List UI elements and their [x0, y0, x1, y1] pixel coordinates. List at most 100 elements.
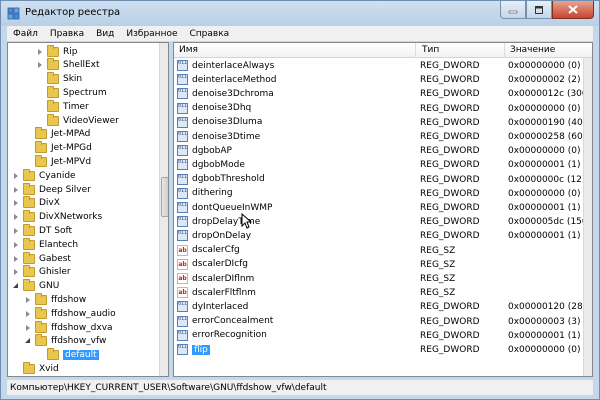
- maximize-button[interactable]: [526, 1, 552, 19]
- value-name: dgbobMode: [192, 159, 245, 170]
- expand-arrow-icon[interactable]: [36, 48, 44, 56]
- expand-arrow-icon[interactable]: [24, 310, 32, 318]
- value-row[interactable]: 011 110dropDelayTimeREG_DWORD0x000005dc …: [174, 215, 592, 229]
- value-row[interactable]: ab dscalerDIflnm REG_SZ: [174, 272, 584, 286]
- tree-item[interactable]: ffdshow_dxva: [24, 320, 113, 334]
- value-row[interactable]: 011 110 errorRecognition REG_DWORD 0x000000…: [174, 329, 584, 343]
- value-row[interactable]: ab dscalerDIcfg REG_SZ: [174, 258, 584, 272]
- column-header-type[interactable]: Тип: [422, 45, 439, 55]
- tree-item[interactable]: Cyanide: [12, 168, 76, 182]
- tree-item-label: DT Soft: [39, 225, 73, 236]
- window-controls: [500, 1, 594, 20]
- value-row[interactable]: 011 110 dgbobAP REG_DWORD 0x00000000 (0): [174, 144, 584, 158]
- folder-icon: [23, 361, 35, 374]
- value-row[interactable]: 011 110 dgbobMode REG_DWORD 0x00000001 (1): [174, 158, 584, 172]
- column-divider[interactable]: [504, 43, 505, 58]
- menu-edit[interactable]: Правка: [44, 29, 90, 39]
- value-row[interactable]: 011 110 denoise3Dtime REG_DWORD 0x00000258 …: [174, 130, 592, 144]
- value-name-cell: 011 110 denoise3Dchroma: [177, 88, 274, 100]
- value-row[interactable]: 011 110 dgbobThreshold REG_DWORD 0x0000000c…: [174, 173, 585, 187]
- value-row[interactable]: 011 110 denoise3Dhq REG_DWORD 0x00000000 (0…: [174, 102, 584, 116]
- value-row[interactable]: 011 110 flip REG_DWORD 0x00000000 (0): [174, 343, 584, 357]
- tree-item[interactable]: ffdshow_audio: [24, 306, 116, 320]
- expand-arrow-icon[interactable]: [24, 296, 32, 304]
- close-button[interactable]: [552, 1, 594, 19]
- list-scrollbar[interactable]: [583, 58, 592, 376]
- tree-item-label: Ghisler: [39, 267, 71, 278]
- value-row[interactable]: 011 110 deinterlaceAlways REG_DWORD 0x00000…: [174, 59, 584, 73]
- tree-item[interactable]: DivXNetworks: [12, 210, 102, 224]
- expand-arrow-icon[interactable]: [12, 186, 20, 194]
- value-type: REG_DWORD: [420, 61, 480, 71]
- menu-favorites[interactable]: Избранное: [120, 29, 183, 39]
- tree-item[interactable]: Timer: [36, 99, 89, 113]
- tree-item[interactable]: Jet-MPGd: [24, 141, 92, 155]
- tree-item[interactable]: default: [36, 348, 99, 362]
- tree-item-label: DivX: [39, 198, 60, 209]
- tree-item[interactable]: Jet-MPVd: [24, 154, 91, 168]
- expand-arrow-icon[interactable]: [12, 255, 20, 263]
- folder-icon: [23, 196, 35, 209]
- value-row[interactable]: 011 110 dithering REG_DWORD 0x00000000 (0): [174, 187, 584, 201]
- tree-item[interactable]: Deep Silver: [12, 182, 91, 196]
- expand-arrow-icon[interactable]: [24, 324, 32, 332]
- expand-arrow-icon[interactable]: [12, 227, 20, 235]
- tree-item[interactable]: VideoViewer: [36, 113, 119, 127]
- registry-values-list[interactable]: Имя Тип Значение 011 110 deinterlaceAlway…: [173, 42, 593, 377]
- value-row[interactable]: 011 110 deinterlaceMethod REG_DWORD 0x00000…: [174, 73, 584, 87]
- tree-item[interactable]: Spectrum: [36, 85, 107, 99]
- expand-arrow-icon[interactable]: [12, 241, 20, 249]
- collapse-arrow-icon[interactable]: [24, 337, 32, 345]
- tree-item[interactable]: GNU: [12, 279, 59, 293]
- value-name-cell: 011 110 dgbobMode: [177, 159, 245, 171]
- folder-icon: [35, 141, 47, 154]
- value-data: 0x00000258 (600): [508, 132, 592, 142]
- value-row[interactable]: 011 110 errorConcealment REG_DWORD 0x000000…: [174, 315, 584, 329]
- tree-item-label: Jet-MPAd: [51, 129, 91, 140]
- value-name-cell: ab dscalerCfg: [177, 244, 240, 256]
- tree-item[interactable]: ffdshow: [24, 292, 87, 306]
- registry-key-tree[interactable]: Rip ShellExt Skin Spectrum Timer VideoViewer J…: [7, 42, 169, 377]
- menu-file[interactable]: Файл: [7, 29, 44, 39]
- column-divider[interactable]: [415, 43, 416, 58]
- value-row[interactable]: ab dscalerFltflnm REG_SZ: [174, 286, 584, 300]
- minimize-button[interactable]: [500, 1, 526, 19]
- expand-arrow-icon[interactable]: [36, 61, 44, 69]
- tree-item[interactable]: Ghisler: [12, 265, 71, 279]
- column-header-value[interactable]: Значение: [510, 45, 555, 55]
- folder-icon: [35, 334, 47, 347]
- expand-arrow-icon[interactable]: [12, 199, 20, 207]
- value-row[interactable]: 011 110 dontQueueInWMP REG_DWORD 0x00000001…: [174, 201, 584, 215]
- expand-arrow-icon[interactable]: [12, 172, 20, 180]
- value-type: REG_SZ: [420, 274, 456, 284]
- column-header-name[interactable]: Имя: [179, 45, 198, 55]
- menu-view[interactable]: Вид: [90, 29, 120, 39]
- value-row[interactable]: 011 110 denoise3Dluma REG_DWORD 0x00000190 …: [174, 116, 592, 130]
- value-row[interactable]: 011 110 dyInterlaced REG_DWORD 0x00000120 (…: [174, 300, 592, 314]
- menu-help[interactable]: Справка: [184, 29, 236, 39]
- expand-arrow-icon[interactable]: [12, 213, 20, 221]
- tree-item[interactable]: Rip: [36, 44, 77, 58]
- tree-item[interactable]: Jet-MPAd: [24, 127, 91, 141]
- tree-item[interactable]: Gabest: [12, 251, 71, 265]
- tree-item-label: ffdshow: [51, 294, 87, 305]
- tree-item[interactable]: Skin: [36, 72, 82, 86]
- tree-item[interactable]: ffdshow_vfw: [24, 334, 106, 348]
- value-row[interactable]: 011 110 denoise3Dchroma REG_DWORD 0x0000012…: [174, 87, 591, 101]
- value-name: denoise3Dhq: [192, 103, 252, 114]
- binary-value-icon: 011 110: [177, 131, 188, 142]
- value-row[interactable]: ab dscalerCfg REG_SZ: [174, 244, 584, 258]
- expand-arrow-icon[interactable]: [12, 268, 20, 276]
- title-bar[interactable]: Редактор реестра: [1, 1, 599, 26]
- tree-item[interactable]: Xvid: [12, 361, 59, 375]
- tree-item[interactable]: Elantech: [12, 237, 78, 251]
- collapse-arrow-icon[interactable]: [12, 282, 20, 290]
- tree-scroll-thumb[interactable]: [161, 177, 168, 217]
- tree-item[interactable]: DivX: [12, 196, 60, 210]
- folder-icon: [23, 279, 35, 292]
- tree-scrollbar[interactable]: [159, 43, 168, 376]
- value-row[interactable]: 011 110 dropOnDelay REG_DWORD 0x00000001 (1…: [174, 229, 584, 243]
- tree-item[interactable]: ShellExt: [36, 58, 100, 72]
- tree-item[interactable]: DT Soft: [12, 223, 73, 237]
